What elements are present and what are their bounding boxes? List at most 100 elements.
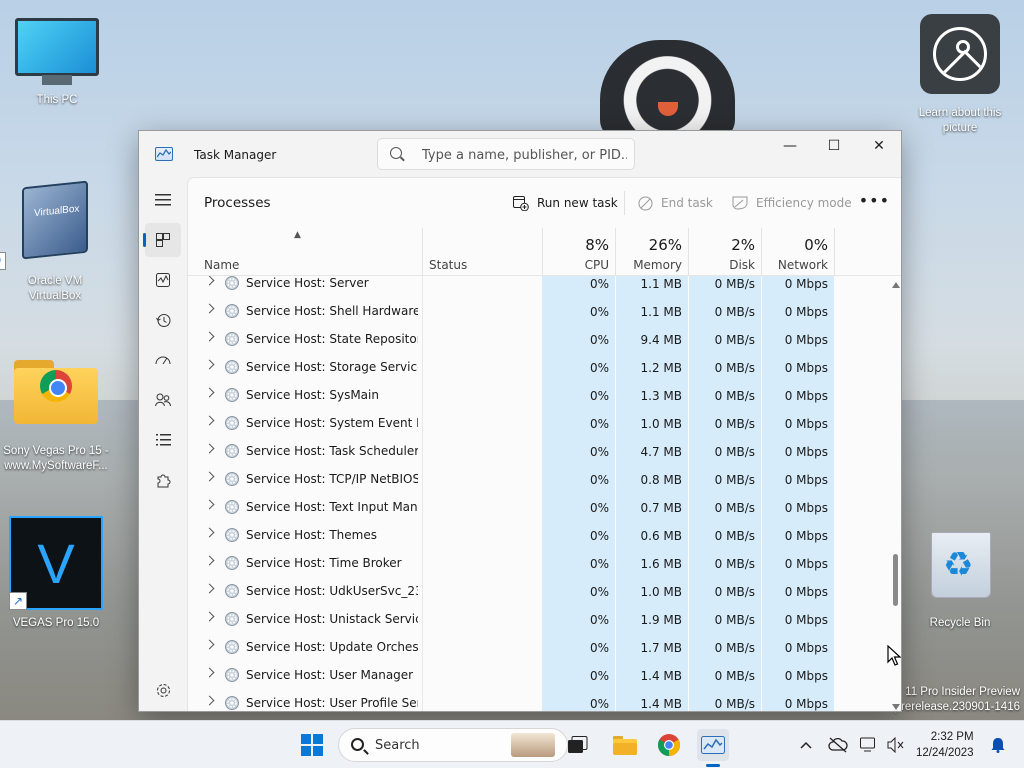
- process-row[interactable]: Service Host: System Event No... 0% 1.0 MB…: [188, 410, 888, 438]
- process-disk: 0 MB/s: [714, 361, 755, 375]
- desktop-icon-this-pc[interactable]: This PC: [2, 18, 112, 108]
- expand-chevron-icon[interactable]: [204, 695, 215, 706]
- process-row[interactable]: Service Host: Themes 0% 0.6 MB 0 MB/s 0 Mbps: [188, 522, 888, 550]
- column-header-disk[interactable]: 2% Disk: [688, 228, 761, 276]
- run-new-task-button[interactable]: Run new task: [513, 192, 618, 214]
- more-options-button[interactable]: •••: [859, 191, 890, 210]
- notifications-button[interactable]: [982, 729, 1014, 761]
- process-row[interactable]: Service Host: User Profile Servi... 0% 1.4…: [188, 690, 888, 711]
- desktop-icon-sony-vegas-folder[interactable]: Sony Vegas Pro 15 - www.MySoftwareF...: [1, 356, 111, 474]
- expand-chevron-icon[interactable]: [204, 555, 215, 566]
- build-watermark-line2: prerelease.230901-1416: [894, 701, 1020, 713]
- process-cpu: 0%: [589, 501, 609, 515]
- maximize-button[interactable]: ☐: [811, 131, 857, 161]
- process-name: Service Host: Task Scheduler: [246, 444, 418, 458]
- efficiency-mode-button[interactable]: Efficiency mode: [732, 192, 852, 214]
- sidebar-item-processes[interactable]: [143, 223, 181, 257]
- process-row[interactable]: Service Host: Text Input Mana... 0% 0.7 MB…: [188, 494, 888, 522]
- column-header-status[interactable]: Status: [429, 228, 541, 276]
- expand-chevron-icon[interactable]: [204, 583, 215, 594]
- sidebar-item-details[interactable]: [145, 423, 181, 457]
- expand-chevron-icon[interactable]: [204, 303, 215, 314]
- process-cpu: 0%: [589, 641, 609, 655]
- expand-chevron-icon[interactable]: [204, 443, 215, 454]
- column-header-cpu[interactable]: 8% CPU: [542, 228, 615, 276]
- close-button[interactable]: ✕: [856, 131, 901, 161]
- end-task-button[interactable]: End task: [638, 192, 713, 214]
- clock-area[interactable]: 2:32 PM 12/24/2023: [916, 729, 974, 761]
- hamburger-menu-button[interactable]: [145, 183, 181, 217]
- service-gear-icon: [224, 276, 240, 291]
- desktop-icon-recycle-bin[interactable]: ♻ Recycle Bin: [905, 524, 1015, 631]
- sidebar-item-performance[interactable]: [145, 263, 181, 297]
- sidebar-item-startup-apps[interactable]: [145, 343, 181, 377]
- task-manager-taskbar-button[interactable]: [697, 729, 729, 761]
- taskbar-search-box[interactable]: Search: [338, 728, 568, 762]
- process-row[interactable]: Service Host: User Manager 0% 1.4 MB 0 MB/s…: [188, 662, 888, 690]
- volume-button[interactable]: [880, 729, 912, 761]
- sidebar-item-settings[interactable]: [145, 673, 181, 707]
- show-hidden-icons-button[interactable]: [790, 729, 822, 761]
- column-name-label: Name: [204, 258, 240, 272]
- process-row[interactable]: Service Host: Task Scheduler 0% 4.7 MB 0 MB…: [188, 438, 888, 466]
- chrome-button[interactable]: [653, 729, 685, 761]
- scrollbar-thumb[interactable]: [893, 554, 898, 606]
- process-row[interactable]: Service Host: Shell Hardware ... 0% 1.1 MB…: [188, 298, 888, 326]
- expand-chevron-icon[interactable]: [204, 499, 215, 510]
- column-header-memory[interactable]: 26% Memory: [615, 228, 688, 276]
- task-view-button[interactable]: [562, 729, 594, 761]
- process-row[interactable]: Service Host: TCP/IP NetBIOS ... 0% 0.8 MB…: [188, 466, 888, 494]
- expand-chevron-icon[interactable]: [204, 415, 215, 426]
- column-header-name[interactable]: Name: [204, 228, 422, 276]
- sidebar-item-users[interactable]: [145, 383, 181, 417]
- expand-chevron-icon[interactable]: [204, 359, 215, 370]
- process-name: Service Host: State Repository ...: [246, 332, 418, 346]
- active-app-indicator: [706, 764, 720, 767]
- sidebar-item-app-history[interactable]: [145, 303, 181, 337]
- column-header-network[interactable]: 0% Network: [761, 228, 834, 276]
- process-row[interactable]: Service Host: Storage Service 0% 1.2 MB 0 M…: [188, 354, 888, 382]
- build-watermark-line1: 11 Pro Insider Preview: [905, 686, 1020, 698]
- expand-chevron-icon[interactable]: [204, 527, 215, 538]
- process-row[interactable]: Service Host: SysMain 0% 1.3 MB 0 MB/s 0 Mbp…: [188, 382, 888, 410]
- process-name: Service Host: Storage Service: [246, 360, 418, 374]
- taskbar: Search 2:32 PM 12/24/2023: [0, 720, 1024, 768]
- onedrive-offline-button[interactable]: [822, 729, 854, 761]
- process-row[interactable]: Service Host: Unistack Service ... 0% 1.9 …: [188, 606, 888, 634]
- file-explorer-button[interactable]: [609, 729, 641, 761]
- scroll-up-arrow-icon[interactable]: [892, 282, 900, 288]
- process-search-input[interactable]: [422, 145, 627, 165]
- title-bar[interactable]: Task Manager — ☐ ✕: [139, 131, 901, 177]
- desktop-icon-virtualbox[interactable]: VirtualBox ↗ Oracle VM VirtualBox: [0, 178, 110, 304]
- process-row[interactable]: Service Host: Server 0% 1.1 MB 0 MB/s 0 Mbps: [188, 276, 888, 298]
- expand-chevron-icon[interactable]: [204, 667, 215, 678]
- process-search-box[interactable]: [377, 138, 635, 170]
- minimize-button[interactable]: —: [767, 131, 813, 161]
- process-disk: 0 MB/s: [714, 585, 755, 599]
- desktop-icon-learn-picture[interactable]: Learn about this picture: [905, 14, 1015, 136]
- process-row[interactable]: Service Host: State Repository ... 0% 9.4 …: [188, 326, 888, 354]
- virtualbox-cube: VirtualBox: [22, 180, 88, 260]
- expand-chevron-icon[interactable]: [204, 331, 215, 342]
- expand-chevron-icon[interactable]: [204, 611, 215, 622]
- expand-chevron-icon[interactable]: [204, 471, 215, 482]
- process-cpu: 0%: [589, 417, 609, 431]
- desktop-icon-vegas-pro[interactable]: V ↗ VEGAS Pro 15.0: [1, 516, 111, 631]
- process-memory: 1.3 MB: [640, 389, 682, 403]
- scroll-down-arrow-icon[interactable]: [892, 704, 900, 710]
- service-gear-icon: [224, 331, 240, 347]
- service-gear-icon: [224, 499, 240, 515]
- expand-chevron-icon[interactable]: [204, 276, 215, 286]
- expand-chevron-icon[interactable]: [204, 387, 215, 398]
- gear-icon: [156, 683, 170, 697]
- process-memory: 1.9 MB: [640, 613, 682, 627]
- process-network: 0 Mbps: [784, 641, 828, 655]
- sidebar-item-services[interactable]: [145, 463, 181, 497]
- expand-chevron-icon[interactable]: [204, 639, 215, 650]
- process-row[interactable]: Service Host: Update Orchestr... 0% 1.7 MB…: [188, 634, 888, 662]
- search-icon: [351, 738, 364, 751]
- history-icon: [155, 313, 170, 327]
- start-button[interactable]: [296, 729, 328, 761]
- process-row[interactable]: Service Host: Time Broker 0% 1.6 MB 0 MB/s 0…: [188, 550, 888, 578]
- process-row[interactable]: Service Host: UdkUserSvc_23e3d 0% 1.0 MB 0 …: [188, 578, 888, 606]
